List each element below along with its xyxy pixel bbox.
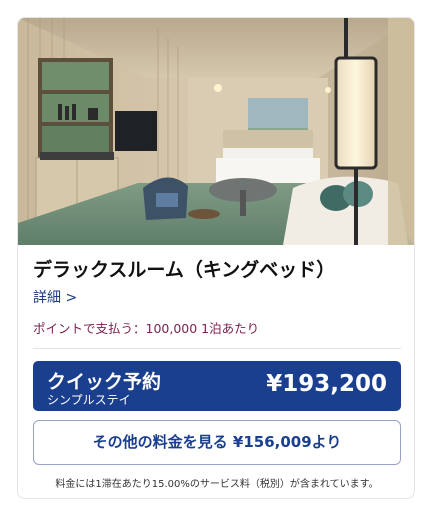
quick-book-sublabel: シンプルステイ xyxy=(47,393,131,407)
other-rates-button[interactable]: その他の料金を見る ¥156,009より xyxy=(33,420,401,465)
quick-book-price: ¥193,200 xyxy=(266,371,387,397)
quick-book-label: クイック予約 xyxy=(47,371,162,393)
points-price: ポイントで支払う：100,000 1泊あたり xyxy=(33,321,260,336)
room-card: デラックスルーム（キングベッド） 詳細 > ポイントで支払う：100,000 1… xyxy=(17,17,415,499)
divider xyxy=(33,348,401,349)
details-link[interactable]: 詳細 > xyxy=(33,287,77,307)
quick-book-button[interactable]: クイック予約 シンプルステイ ¥193,200 xyxy=(33,361,401,411)
service-charge-note: 料金には1滞在あたり15.00%のサービス料（税別）が含まれています。 xyxy=(55,479,379,490)
room-photo[interactable] xyxy=(18,18,415,245)
room-title: デラックスルーム（キングベッド） xyxy=(33,259,336,281)
